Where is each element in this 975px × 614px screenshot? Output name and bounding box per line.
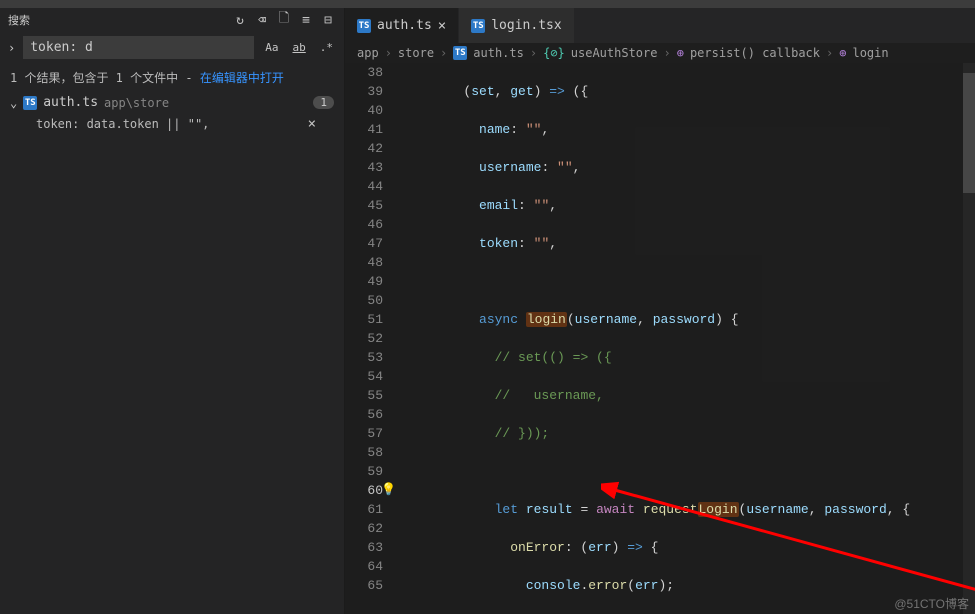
match-count-badge: 1 [313,96,334,109]
ts-icon: TS [453,46,467,60]
tab-bar: TS auth.ts × TS login.tsx [345,8,975,43]
search-section-title: 搜索 [8,12,226,28]
tab-auth[interactable]: TS auth.ts × [345,8,459,43]
code-content[interactable]: (set, get) => ({ name: "", username: "",… [401,63,963,614]
search-file-row[interactable]: ⌄ TS auth.ts app\store 1 [0,92,344,113]
open-in-editor-link[interactable]: 在编辑器中打开 [200,71,284,85]
search-summary: 1 个结果，包含于 1 个文件中 - 在编辑器中打开 [0,63,344,92]
file-path: app\store [104,96,169,110]
clear-icon[interactable]: ⌫ [254,12,270,28]
tab-login[interactable]: TS login.tsx [459,8,574,43]
view-icon[interactable]: ⊟ [320,12,336,28]
new-file-icon[interactable]: 🗋 [276,12,292,28]
scrollbar-thumb[interactable] [963,73,975,193]
code-editor[interactable]: 3839404142434445464748495051525354555657… [345,63,975,614]
crumb[interactable]: store [398,46,434,60]
ts-icon: TS [471,19,485,33]
whole-word-toggle[interactable]: ab [290,40,309,55]
ts-icon: TS [23,96,37,110]
crumb[interactable]: useAuthStore [571,46,658,60]
crumb[interactable]: persist() callback [690,46,820,60]
match-case-toggle[interactable]: Aa [262,40,281,55]
menubar [0,0,975,8]
collapse-icon[interactable]: ≡ [298,12,314,28]
close-icon[interactable]: × [438,18,446,34]
dismiss-match-icon[interactable]: × [308,116,316,132]
editor-main: TS auth.ts × TS login.tsx app› store› TS… [345,8,975,614]
file-name: auth.ts [43,95,98,110]
search-match-row[interactable]: token: data.token || "", × [0,113,344,135]
match-text: token: data.token || "", [36,117,209,131]
line-gutter: 3839404142434445464748495051525354555657… [345,63,401,614]
tab-label: auth.ts [377,18,432,33]
tab-label: login.tsx [491,18,561,33]
chevron-down-icon: ⌄ [10,96,17,110]
crumb[interactable]: app [357,46,379,60]
search-sidebar: 搜索 ↻ ⌫ 🗋 ≡ ⊟ › Aa ab .* 1 个结果，包含于 1 个文件中… [0,8,345,614]
ts-icon: TS [357,19,371,33]
breadcrumb: app› store› TS auth.ts› {⊘} useAuthStore… [345,43,975,63]
scrollbar[interactable] [963,63,975,614]
chevron-right-icon[interactable]: › [8,41,15,55]
crumb[interactable]: auth.ts [473,46,524,60]
crumb[interactable]: login [852,46,888,60]
search-input[interactable] [23,36,254,59]
watermark: @51CTO博客 [894,595,969,612]
refresh-icon[interactable]: ↻ [232,12,248,28]
regex-toggle[interactable]: .* [317,40,336,55]
